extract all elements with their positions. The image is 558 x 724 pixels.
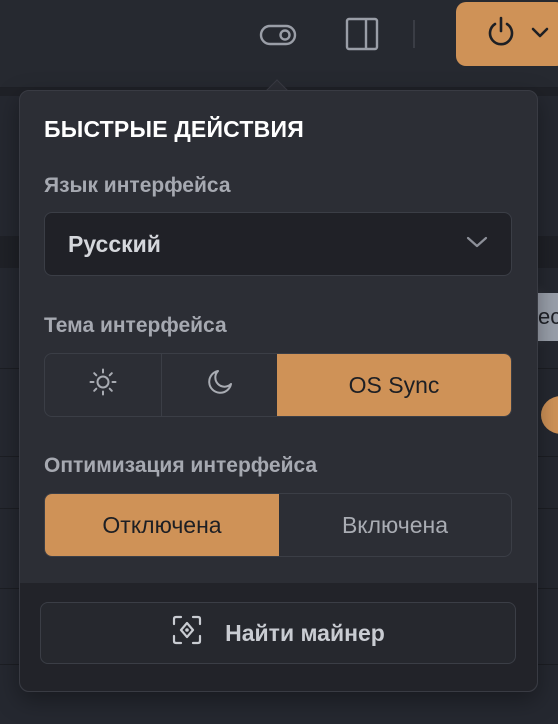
popover-footer: Найти майнер	[20, 583, 537, 691]
theme-selector: OS Sync	[44, 353, 512, 417]
popover-title: БЫСТРЫЕ ДЕЙСТВИЯ	[44, 116, 304, 142]
background-label: ес	[536, 293, 558, 341]
theme-label: Тема интерфейса	[44, 314, 227, 337]
chevron-down-icon	[465, 235, 489, 254]
find-miner-button[interactable]: Найти майнер	[40, 602, 516, 664]
theme-dark-option[interactable]	[161, 354, 277, 416]
toggle-icon[interactable]	[258, 20, 298, 50]
power-icon	[484, 15, 518, 54]
optimization-selector: Отключена Включена	[44, 493, 512, 557]
moon-icon	[205, 367, 235, 403]
language-select-value: Русский	[68, 230, 161, 257]
optimization-label: Оптимизация интерфейса	[44, 454, 318, 477]
chevron-down-icon	[530, 25, 550, 44]
background-status-dot	[541, 396, 558, 434]
sun-icon	[88, 367, 118, 403]
scan-target-icon	[171, 614, 203, 652]
language-label: Язык интерфейса	[44, 174, 231, 197]
theme-light-option[interactable]	[45, 354, 161, 416]
language-select[interactable]: Русский	[44, 212, 512, 276]
find-miner-label: Найти майнер	[225, 619, 385, 646]
optimization-off-option[interactable]: Отключена	[45, 494, 279, 556]
panel-layout-icon[interactable]	[342, 16, 382, 52]
quick-actions-popover: БЫСТРЫЕ ДЕЙСТВИЯ Язык интерфейса Русский…	[19, 90, 538, 692]
optimization-on-option[interactable]: Включена	[279, 494, 511, 556]
theme-os-sync-option[interactable]: OS Sync	[277, 354, 511, 416]
toolbar-divider	[413, 20, 415, 48]
power-menu-button[interactable]	[456, 2, 558, 66]
